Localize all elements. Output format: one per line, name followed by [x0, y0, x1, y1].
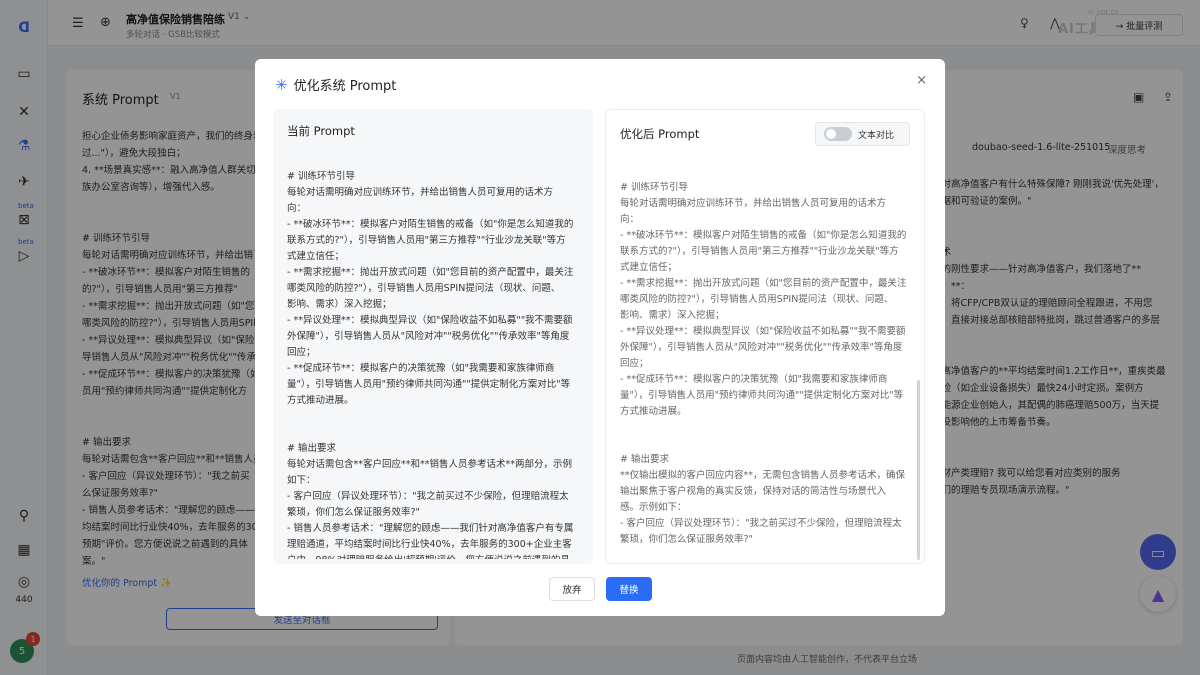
optimized-prompt-text[interactable]: # 训练环节引导 每轮对话需明确对应训练环节，并给出销售人员可复用的话术方 向：… [620, 180, 916, 560]
current-prompt-title: 当前 Prompt [287, 124, 355, 138]
optimized-prompt-panel: 优化后 Prompt 文本对比 # 训练环节引导 每轮对话需明确对应训练环节，并… [605, 109, 925, 564]
current-prompt-text[interactable]: # 训练环节引导 每轮对话需明确对应训练环节，并给出销售人员可复用的话术方 向：… [287, 169, 583, 559]
optimize-prompt-dialog: ✳ 优化系统 Prompt × 当前 Prompt # 训练环节引导 每轮对话需… [255, 59, 945, 616]
replace-button[interactable]: 替换 [606, 577, 652, 601]
sparkle-icon: ✳ [275, 75, 288, 94]
scrollbar[interactable] [917, 380, 920, 560]
cancel-button[interactable]: 放弃 [549, 577, 595, 601]
dialog-title: 优化系统 Prompt [293, 79, 397, 94]
optimized-prompt-title: 优化后 Prompt [620, 127, 700, 141]
current-prompt-panel: 当前 Prompt # 训练环节引导 每轮对话需明确对应训练环节，并给出销售人员… [273, 109, 593, 564]
dialog-header: ✳ 优化系统 Prompt [275, 75, 397, 95]
toggle-switch[interactable] [824, 127, 852, 141]
toggle-label: 文本对比 [858, 130, 895, 141]
text-compare-toggle[interactable]: 文本对比 [815, 122, 910, 146]
close-icon[interactable]: × [916, 73, 927, 88]
